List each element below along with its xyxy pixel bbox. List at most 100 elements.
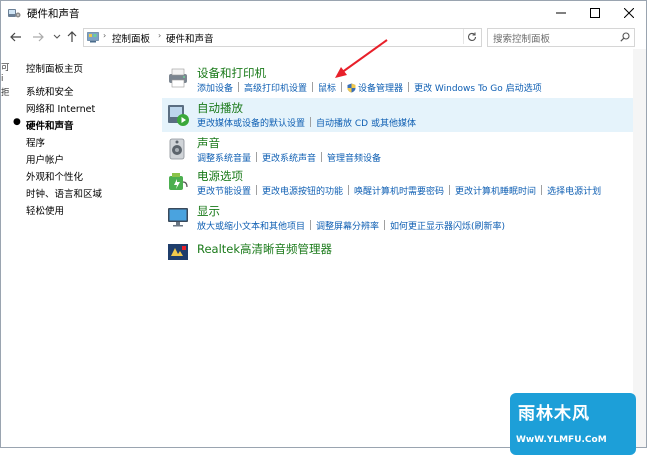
- link-advanced-printer-settings[interactable]: 高级打印机设置: [244, 81, 307, 94]
- search-icon[interactable]: [620, 32, 630, 42]
- arrow-up-icon: [67, 31, 77, 42]
- link-zoom-text[interactable]: 放大或缩小文本和其他项目: [197, 219, 305, 232]
- link-device-manager[interactable]: 设备管理器: [358, 81, 403, 94]
- control-panel-window: 硬件和声音 › 控制面板 › 硬件和声音 搜索控制面板 可 i 拒 控制面板主页…: [0, 0, 647, 448]
- section-title-sound[interactable]: 声音: [197, 135, 220, 151]
- autoplay-icon: [168, 105, 189, 126]
- speaker-icon: [169, 138, 185, 160]
- link-fix-monitor-flicker[interactable]: 如何更正显示器闪烁(刷新率): [390, 219, 505, 232]
- uac-shield-icon: [347, 83, 356, 93]
- link-change-power-saving[interactable]: 更改节能设置: [197, 184, 251, 197]
- link-divider: [541, 185, 543, 195]
- link-manage-audio-devices[interactable]: 管理音频设备: [327, 151, 381, 164]
- control-panel-icon: [87, 32, 99, 43]
- section-devices-printers: 设备和打印机 添加设备 高级打印机设置 鼠标 设备管理器 更改 Windows To G…: [162, 63, 636, 97]
- watermark-text: 雨林木风: [518, 404, 590, 424]
- back-button[interactable]: [9, 30, 23, 44]
- sidebar: 可 i 拒 控制面板主页 系统和安全 网络和 Internet ● 硬件和声音 …: [1, 49, 151, 447]
- hardware-sound-app-icon: [8, 9, 21, 18]
- breadcrumb-hardware-sound[interactable]: 硬件和声音: [166, 31, 214, 45]
- link-adjust-resolution[interactable]: 调整屏幕分辨率: [316, 219, 379, 232]
- sidebar-item-appearance[interactable]: 外观和个性化: [26, 169, 83, 183]
- watermark-url: WwW.YLMFU.CoM: [516, 435, 607, 445]
- maximize-button[interactable]: [578, 1, 612, 25]
- breadcrumb-separator-icon: ›: [158, 31, 162, 40]
- recent-locations-button[interactable]: [50, 30, 64, 44]
- up-button[interactable]: [65, 30, 79, 44]
- link-adjust-volume[interactable]: 调整系统音量: [197, 151, 251, 164]
- link-mouse[interactable]: 鼠标: [318, 81, 336, 94]
- link-divider: [256, 185, 258, 195]
- printer-icon: [169, 68, 187, 88]
- close-icon: [624, 8, 634, 18]
- link-windows-to-go-options[interactable]: 更改 Windows To Go 启动选项: [414, 81, 542, 94]
- search-box[interactable]: 搜索控制面板: [487, 28, 635, 47]
- sound-links: 调整系统音量 更改系统声音 管理音频设备: [197, 151, 381, 164]
- title-bar: 硬件和声音: [1, 1, 646, 26]
- clipped-text-fragment: 可: [1, 63, 10, 73]
- link-divider: [310, 117, 312, 127]
- breadcrumb-control-panel[interactable]: 控制面板: [112, 31, 150, 45]
- close-button[interactable]: [612, 1, 646, 25]
- link-power-button-function[interactable]: 更改电源按钮的功能: [262, 184, 343, 197]
- link-autoplay-cd[interactable]: 自动播放 CD 或其他媒体: [316, 116, 416, 129]
- annotation-arrow-icon: [335, 39, 388, 78]
- section-autoplay[interactable]: 自动播放 更改媒体或设备的默认设置 自动播放 CD 或其他媒体: [162, 98, 636, 132]
- refresh-button[interactable]: [463, 29, 480, 44]
- breadcrumb-separator-icon: ›: [103, 31, 107, 40]
- section-power-options: 电源选项 更改节能设置 更改电源按钮的功能 唤醒计算机时需要密码 更改计算机睡眠时间选…: [162, 168, 636, 200]
- sidebar-item-programs[interactable]: 程序: [26, 135, 45, 149]
- link-add-device[interactable]: 添加设备: [197, 81, 233, 94]
- display-icon: [168, 208, 188, 227]
- link-divider: [449, 185, 451, 195]
- chevron-down-icon: [53, 34, 61, 39]
- sidebar-item-hardware-sound[interactable]: 硬件和声音: [26, 118, 74, 132]
- search-input[interactable]: 搜索控制面板: [493, 31, 550, 45]
- link-divider: [348, 185, 350, 195]
- sidebar-item-ease-of-access[interactable]: 轻松使用: [26, 203, 64, 217]
- sidebar-item-user-accounts[interactable]: 用户帐户: [26, 152, 64, 166]
- link-divider: [408, 82, 410, 92]
- clipped-text-fragment: i: [1, 74, 4, 84]
- link-choose-power-plan[interactable]: 选择电源计划: [547, 184, 601, 197]
- link-divider: [321, 152, 323, 162]
- section-display: 显示 放大或缩小文本和其他项目 调整屏幕分辨率 如何更正显示器闪烁(刷新率): [162, 203, 636, 235]
- sidebar-item-clock-language-region[interactable]: 时钟、语言和区域: [26, 186, 102, 200]
- link-divider: [312, 82, 314, 92]
- section-realtek-audio: Realtek高清晰音频管理器: [162, 239, 636, 265]
- forward-button[interactable]: [31, 30, 45, 44]
- address-path-box[interactable]: › 控制面板 › 硬件和声音 ⌄: [83, 28, 539, 47]
- section-title-devices-printers[interactable]: 设备和打印机: [197, 65, 266, 81]
- link-divider: [341, 82, 343, 92]
- link-change-media-defaults[interactable]: 更改媒体或设备的默认设置: [197, 116, 305, 129]
- sidebar-item-control-panel-home[interactable]: 控制面板主页: [26, 61, 83, 75]
- refresh-icon: [468, 32, 477, 41]
- vertical-scrollbar[interactable]: [633, 49, 646, 447]
- section-title-autoplay[interactable]: 自动播放: [197, 100, 243, 116]
- section-title-power-options[interactable]: 电源选项: [197, 168, 243, 184]
- arrow-right-icon: [33, 32, 44, 42]
- address-bar: › 控制面板 › 硬件和声音 ⌄ 搜索控制面板: [1, 25, 646, 49]
- link-divider: [238, 82, 240, 92]
- section-sound: 声音 调整系统音量 更改系统声音 管理音频设备: [162, 135, 636, 167]
- power-options-icon: [169, 173, 188, 190]
- power-options-links: 更改节能设置 更改电源按钮的功能 唤醒计算机时需要密码 更改计算机睡眠时间 选择电源计划: [197, 184, 601, 197]
- maximize-icon: [590, 8, 600, 18]
- arrow-left-icon: [10, 32, 21, 42]
- minimize-button[interactable]: [544, 1, 578, 25]
- minimize-icon: [556, 12, 566, 14]
- window-title: 硬件和声音: [27, 8, 80, 20]
- autoplay-links: 更改媒体或设备的默认设置 自动播放 CD 或其他媒体: [197, 116, 416, 129]
- section-title-display[interactable]: 显示: [197, 203, 220, 219]
- link-change-system-sounds[interactable]: 更改系统声音: [262, 151, 316, 164]
- section-title-realtek-audio[interactable]: Realtek高清晰音频管理器: [197, 241, 332, 257]
- current-page-bullet-icon: ●: [13, 117, 21, 127]
- sidebar-item-system-security[interactable]: 系统和安全: [26, 84, 74, 98]
- watermark-logo: 雨林木风 WwW.YLMFU.CoM: [510, 393, 636, 455]
- sidebar-item-network-internet[interactable]: 网络和 Internet: [26, 101, 95, 115]
- link-change-sleep-time[interactable]: 更改计算机睡眠时间: [455, 184, 536, 197]
- link-divider: [310, 220, 312, 230]
- link-divider: [384, 220, 386, 230]
- link-require-password-on-wake[interactable]: 唤醒计算机时需要密码: [354, 184, 444, 197]
- link-divider: [256, 152, 258, 162]
